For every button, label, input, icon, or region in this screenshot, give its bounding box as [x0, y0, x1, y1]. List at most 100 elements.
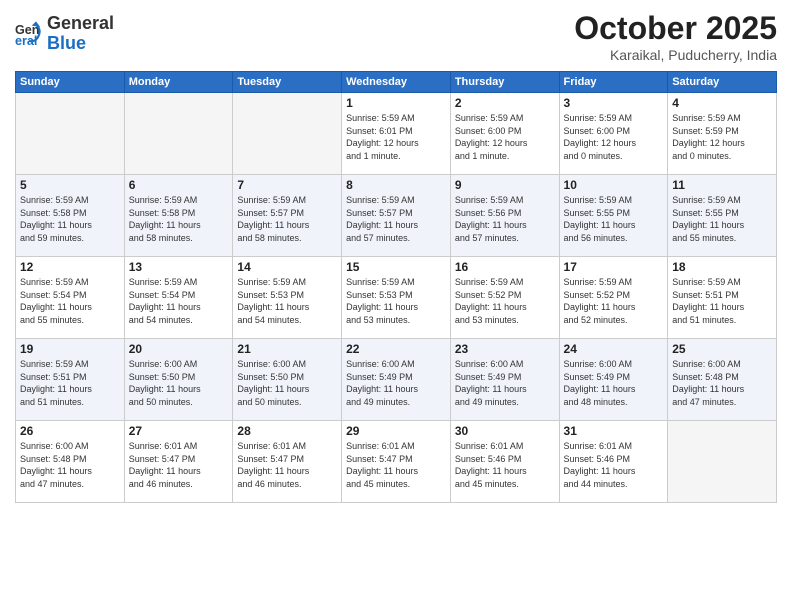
day-number: 15 — [346, 260, 446, 274]
day-number: 11 — [672, 178, 772, 192]
table-row: 6 Sunrise: 5:59 AMSunset: 5:58 PMDaylight… — [124, 175, 233, 257]
day-info: Sunrise: 5:59 AMSunset: 6:01 PMDaylight:… — [346, 112, 446, 162]
header-sunday: Sunday — [16, 72, 125, 93]
table-row: 1 Sunrise: 5:59 AMSunset: 6:01 PMDaylight… — [342, 93, 451, 175]
day-number: 6 — [129, 178, 229, 192]
subtitle: Karaikal, Puducherry, India — [574, 47, 777, 63]
table-row — [124, 93, 233, 175]
day-number: 30 — [455, 424, 555, 438]
day-info: Sunrise: 6:01 AMSunset: 5:46 PMDaylight:… — [455, 440, 555, 490]
day-number: 7 — [237, 178, 337, 192]
day-info: Sunrise: 6:01 AMSunset: 5:47 PMDaylight:… — [346, 440, 446, 490]
day-info: Sunrise: 5:59 AMSunset: 5:52 PMDaylight:… — [564, 276, 664, 326]
table-row: 25 Sunrise: 6:00 AMSunset: 5:48 PMDayligh… — [668, 339, 777, 421]
day-number: 20 — [129, 342, 229, 356]
day-info: Sunrise: 6:00 AMSunset: 5:48 PMDaylight:… — [672, 358, 772, 408]
table-row — [16, 93, 125, 175]
calendar-week-row: 5Sunrise: 5:59 AMSunset: 5:58 PMDaylight… — [16, 175, 777, 257]
table-row: 20 Sunrise: 6:00 AMSunset: 5:50 PMDayligh… — [124, 339, 233, 421]
day-number: 3 — [564, 96, 664, 110]
logo: Gen eral General Blue — [15, 14, 114, 54]
day-info: Sunrise: 5:59 AMSunset: 6:00 PMDaylight:… — [564, 112, 664, 162]
day-info: Sunrise: 6:01 AMSunset: 5:47 PMDaylight:… — [237, 440, 337, 490]
table-row: 19 Sunrise: 5:59 AMSunset: 5:51 PMDayligh… — [16, 339, 125, 421]
day-info: Sunrise: 5:59 AMSunset: 5:51 PMDaylight:… — [672, 276, 772, 326]
header-tuesday: Tuesday — [233, 72, 342, 93]
day-number: 29 — [346, 424, 446, 438]
day-info: Sunrise: 5:59 AMSunset: 5:55 PMDaylight:… — [672, 194, 772, 244]
table-row: 23Sunrise: 6:00 AMSunset: 5:49 PMDayligh… — [450, 339, 559, 421]
table-row: 18 Sunrise: 5:59 AMSunset: 5:51 PMDayligh… — [668, 257, 777, 339]
day-number: 23 — [455, 342, 555, 356]
table-row: 31Sunrise: 6:01 AMSunset: 5:46 PMDayligh… — [559, 421, 668, 503]
header-saturday: Saturday — [668, 72, 777, 93]
day-info: Sunrise: 5:59 AMSunset: 5:57 PMDaylight:… — [346, 194, 446, 244]
day-number: 28 — [237, 424, 337, 438]
day-info: Sunrise: 5:59 AMSunset: 5:56 PMDaylight:… — [455, 194, 555, 244]
header-friday: Friday — [559, 72, 668, 93]
table-row: 27Sunrise: 6:01 AMSunset: 5:47 PMDayligh… — [124, 421, 233, 503]
day-number: 8 — [346, 178, 446, 192]
day-info: Sunrise: 5:59 AMSunset: 5:55 PMDaylight:… — [564, 194, 664, 244]
day-info: Sunrise: 6:01 AMSunset: 5:47 PMDaylight:… — [129, 440, 229, 490]
table-row: 17 Sunrise: 5:59 AMSunset: 5:52 PMDayligh… — [559, 257, 668, 339]
table-row: 4Sunrise: 5:59 AMSunset: 5:59 PMDaylight… — [668, 93, 777, 175]
day-info: Sunrise: 5:59 AMSunset: 6:00 PMDaylight:… — [455, 112, 555, 162]
day-info: Sunrise: 5:59 AMSunset: 5:57 PMDaylight:… — [237, 194, 337, 244]
title-area: October 2025 Karaikal, Puducherry, India — [574, 10, 777, 63]
day-number: 12 — [20, 260, 120, 274]
day-number: 24 — [564, 342, 664, 356]
day-info: Sunrise: 6:00 AMSunset: 5:49 PMDaylight:… — [346, 358, 446, 408]
table-row: 11 Sunrise: 5:59 AMSunset: 5:55 PMDayligh… — [668, 175, 777, 257]
header: Gen eral General Blue October 2025 Karai… — [15, 10, 777, 63]
table-row: 29 Sunrise: 6:01 AMSunset: 5:47 PMDayligh… — [342, 421, 451, 503]
calendar-week-row: 26Sunrise: 6:00 AMSunset: 5:48 PMDayligh… — [16, 421, 777, 503]
table-row — [233, 93, 342, 175]
calendar-header-row: Sunday Monday Tuesday Wednesday Thursday… — [16, 72, 777, 93]
day-number: 18 — [672, 260, 772, 274]
day-number: 21 — [237, 342, 337, 356]
day-number: 17 — [564, 260, 664, 274]
day-number: 1 — [346, 96, 446, 110]
table-row: 14 Sunrise: 5:59 AMSunset: 5:53 PMDayligh… — [233, 257, 342, 339]
table-row: 15 Sunrise: 5:59 AMSunset: 5:53 PMDayligh… — [342, 257, 451, 339]
day-number: 9 — [455, 178, 555, 192]
day-info: Sunrise: 5:59 AMSunset: 5:54 PMDaylight:… — [20, 276, 120, 326]
header-wednesday: Wednesday — [342, 72, 451, 93]
table-row — [668, 421, 777, 503]
page: Gen eral General Blue October 2025 Karai… — [0, 0, 792, 612]
calendar-week-row: 12 Sunrise: 5:59 AMSunset: 5:54 PMDayligh… — [16, 257, 777, 339]
logo-text: General Blue — [47, 14, 114, 54]
table-row: 28 Sunrise: 6:01 AMSunset: 5:47 PMDayligh… — [233, 421, 342, 503]
table-row: 9 Sunrise: 5:59 AMSunset: 5:56 PMDaylight… — [450, 175, 559, 257]
day-info: Sunrise: 6:00 AMSunset: 5:50 PMDaylight:… — [129, 358, 229, 408]
day-info: Sunrise: 5:59 AMSunset: 5:58 PMDaylight:… — [129, 194, 229, 244]
day-info: Sunrise: 5:59 AMSunset: 5:53 PMDaylight:… — [346, 276, 446, 326]
day-number: 2 — [455, 96, 555, 110]
table-row: 12 Sunrise: 5:59 AMSunset: 5:54 PMDayligh… — [16, 257, 125, 339]
day-number: 19 — [20, 342, 120, 356]
day-info: Sunrise: 6:00 AMSunset: 5:49 PMDaylight:… — [564, 358, 664, 408]
day-number: 10 — [564, 178, 664, 192]
day-info: Sunrise: 5:59 AMSunset: 5:58 PMDaylight:… — [20, 194, 120, 244]
day-info: Sunrise: 5:59 AMSunset: 5:59 PMDaylight:… — [672, 112, 772, 162]
table-row: 3 Sunrise: 5:59 AMSunset: 6:00 PMDaylight… — [559, 93, 668, 175]
month-title: October 2025 — [574, 10, 777, 47]
day-number: 13 — [129, 260, 229, 274]
table-row: 7 Sunrise: 5:59 AMSunset: 5:57 PMDaylight… — [233, 175, 342, 257]
day-info: Sunrise: 5:59 AMSunset: 5:53 PMDaylight:… — [237, 276, 337, 326]
table-row: 8 Sunrise: 5:59 AMSunset: 5:57 PMDaylight… — [342, 175, 451, 257]
day-info: Sunrise: 5:59 AMSunset: 5:51 PMDaylight:… — [20, 358, 120, 408]
logo-icon: Gen eral — [15, 20, 43, 48]
table-row: 5Sunrise: 5:59 AMSunset: 5:58 PMDaylight… — [16, 175, 125, 257]
table-row: 24 Sunrise: 6:00 AMSunset: 5:49 PMDayligh… — [559, 339, 668, 421]
table-row: 2 Sunrise: 5:59 AMSunset: 6:00 PMDaylight… — [450, 93, 559, 175]
day-info: Sunrise: 6:00 AMSunset: 5:48 PMDaylight:… — [20, 440, 120, 490]
day-number: 25 — [672, 342, 772, 356]
day-number: 16 — [455, 260, 555, 274]
table-row: 21Sunrise: 6:00 AMSunset: 5:50 PMDayligh… — [233, 339, 342, 421]
table-row: 16 Sunrise: 5:59 AMSunset: 5:52 PMDayligh… — [450, 257, 559, 339]
table-row: 13Sunrise: 5:59 AMSunset: 5:54 PMDayligh… — [124, 257, 233, 339]
day-number: 14 — [237, 260, 337, 274]
day-info: Sunrise: 5:59 AMSunset: 5:52 PMDaylight:… — [455, 276, 555, 326]
